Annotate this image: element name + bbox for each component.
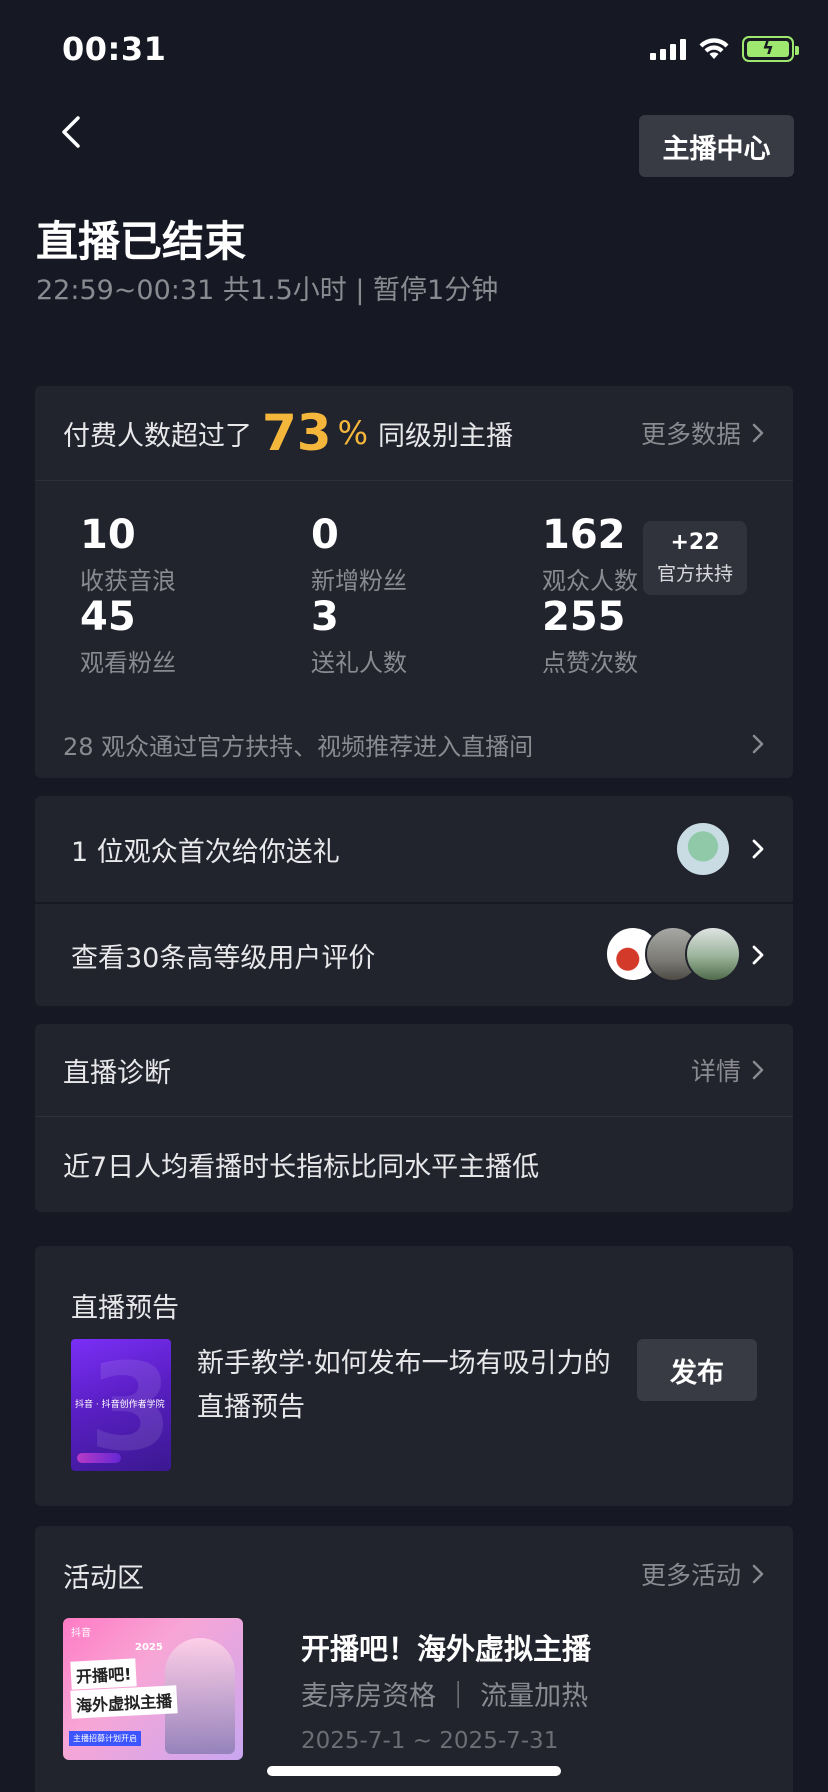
banner-line2: 海外虚拟主播 bbox=[70, 1685, 178, 1719]
stat-value: 0 bbox=[311, 512, 339, 558]
stat-sound-waves: 10 收获音浪 bbox=[80, 513, 300, 596]
first-gift-row[interactable]: 1 位观众首次给你送礼 bbox=[35, 796, 793, 902]
chevron-right-icon bbox=[752, 1060, 764, 1080]
user-reviews-row[interactable]: 查看30条高等级用户评价 bbox=[35, 904, 793, 1006]
wifi-icon bbox=[699, 38, 729, 59]
avatar bbox=[675, 821, 731, 877]
stat-value: 45 bbox=[80, 594, 136, 640]
stat-value: 255 bbox=[542, 594, 626, 640]
banner-logo: 抖音 bbox=[71, 1628, 91, 1639]
chevron-right-icon bbox=[752, 945, 764, 965]
official-boost-value: +22 bbox=[670, 530, 720, 555]
stat-value: 3 bbox=[311, 594, 339, 640]
more-activities-label: 更多活动 bbox=[640, 1561, 741, 1590]
more-data-label: 更多数据 bbox=[640, 420, 741, 449]
status-time: 00:31 bbox=[62, 30, 167, 68]
thumbnail-label: 抖音 · 抖音创作者学院 bbox=[75, 1400, 165, 1410]
first-gift-card[interactable]: 1 位观众首次给你送礼 bbox=[35, 796, 793, 902]
traffic-source-text: 28 观众通过官方扶持、视频推荐进入直播间 bbox=[63, 732, 534, 761]
cellular-signal-icon bbox=[650, 38, 686, 60]
more-data-link[interactable]: 更多数据 bbox=[641, 415, 765, 451]
live-duration-text: 22:59~00:31 共1.5小时 | 暂停1分钟 bbox=[36, 275, 499, 306]
paid-ranking-suffix: 同级别主播 bbox=[378, 420, 513, 452]
live-diagnosis-card: 直播诊断 详情 近7日人均看播时长指标比同水平主播低 bbox=[35, 1024, 793, 1212]
stat-label: 新增粉丝 bbox=[311, 567, 407, 595]
stat-gifters: 3 送礼人数 bbox=[311, 595, 531, 678]
diagnosis-detail-label: 详情 bbox=[690, 1057, 741, 1086]
more-activities-link[interactable]: 更多活动 bbox=[641, 1556, 765, 1592]
diagnosis-title: 直播诊断 bbox=[63, 1057, 171, 1089]
official-boost-badge: +22 官方扶持 bbox=[643, 521, 747, 595]
official-boost-label: 官方扶持 bbox=[656, 563, 733, 585]
stats-grid: 10 收获音浪 0 新增粉丝 162 观众人数 +22 官方扶持 45 观看粉丝… bbox=[35, 481, 793, 709]
first-gift-label: 1 位观众首次给你送礼 bbox=[71, 836, 340, 868]
chevron-right-icon bbox=[752, 1564, 764, 1584]
page-title: 直播已结束 bbox=[36, 217, 247, 266]
stat-label: 点赞次数 bbox=[542, 649, 638, 677]
stat-label: 收获音浪 bbox=[80, 567, 176, 595]
diagnosis-header: 直播诊断 详情 bbox=[35, 1024, 793, 1116]
diagnosis-body: 近7日人均看播时长指标比同水平主播低 bbox=[63, 1151, 540, 1183]
stat-value: 10 bbox=[80, 512, 136, 558]
activity-card: 活动区 更多活动 抖音 2025 开播吧! 海外虚拟主播 主播招募计划开启 开播… bbox=[35, 1526, 793, 1792]
banner-line1: 开播吧! bbox=[70, 1658, 138, 1690]
home-indicator[interactable] bbox=[267, 1766, 561, 1776]
banner-tag: 主播招募计划开启 bbox=[69, 1731, 141, 1746]
publish-button[interactable]: 发布 bbox=[637, 1339, 757, 1401]
battery-charging-icon: ϟ bbox=[742, 36, 799, 62]
stat-label: 观看粉丝 bbox=[80, 649, 176, 677]
paid-ranking-prefix: 付费人数超过了 bbox=[63, 420, 252, 452]
preview-description[interactable]: 新手教学·如何发布一场有吸引力的直播预告 bbox=[197, 1342, 617, 1430]
activity-name[interactable]: 开播吧！海外虚拟主播 bbox=[301, 1626, 591, 1668]
activity-subtitle: 麦序房资格 ｜ 流量加热 bbox=[301, 1681, 589, 1712]
preview-title: 直播预告 bbox=[71, 1293, 179, 1324]
preview-thumbnail[interactable]: 3 抖音 · 抖音创作者学院 bbox=[71, 1339, 171, 1471]
avatar bbox=[685, 926, 741, 982]
paid-ranking-row: 付费人数超过了 73 % 同级别主播 更多数据 bbox=[35, 386, 793, 480]
back-chevron-icon[interactable] bbox=[52, 112, 92, 152]
thumbnail-decoration bbox=[77, 1453, 121, 1463]
stat-fan-views: 45 观看粉丝 bbox=[80, 595, 300, 678]
activity-date: 2025-7-1 ~ 2025-7-31 bbox=[301, 1728, 559, 1754]
activity-title: 活动区 bbox=[63, 1563, 144, 1594]
user-reviews-label: 查看30条高等级用户评价 bbox=[71, 942, 376, 974]
live-preview-card: 直播预告 3 抖音 · 抖音创作者学院 新手教学·如何发布一场有吸引力的直播预告… bbox=[35, 1246, 793, 1506]
traffic-source-row[interactable]: 28 观众通过官方扶持、视频推荐进入直播间 bbox=[35, 709, 793, 778]
activity-banner[interactable]: 抖音 2025 开播吧! 海外虚拟主播 主播招募计划开启 bbox=[63, 1618, 243, 1760]
paid-ranking-percent-sign: % bbox=[337, 414, 368, 452]
status-icons: ϟ bbox=[650, 36, 799, 62]
stat-label: 送礼人数 bbox=[311, 649, 407, 677]
banner-year: 2025 bbox=[135, 1642, 163, 1653]
paid-ranking-percent: 73 bbox=[262, 404, 332, 462]
chevron-right-icon bbox=[752, 423, 764, 443]
diagnosis-detail-link[interactable]: 详情 bbox=[691, 1052, 765, 1088]
chevron-right-icon bbox=[752, 734, 764, 754]
user-reviews-card[interactable]: 查看30条高等级用户评价 bbox=[35, 904, 793, 1006]
live-summary-card: 付费人数超过了 73 % 同级别主播 更多数据 10 收获音浪 0 新增粉丝 1… bbox=[35, 386, 793, 778]
anchor-center-button[interactable]: 主播中心 bbox=[639, 115, 794, 177]
stat-likes: 255 点赞次数 bbox=[542, 595, 762, 678]
stat-new-fans: 0 新增粉丝 bbox=[311, 513, 531, 596]
chevron-right-icon bbox=[752, 839, 764, 859]
status-bar: 00:31 ϟ bbox=[0, 0, 828, 100]
